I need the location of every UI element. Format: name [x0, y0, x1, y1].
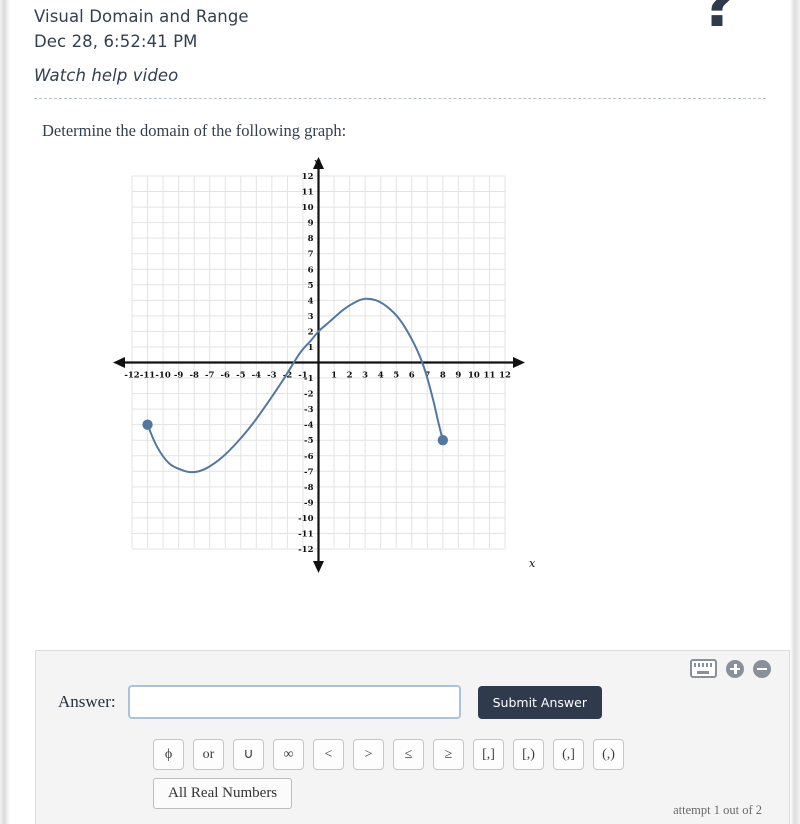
svg-text:-3: -3: [304, 405, 314, 415]
svg-text:-12: -12: [124, 371, 139, 381]
answer-row: Answer: Submit Answer: [58, 685, 602, 719]
panel-tools: [690, 659, 771, 678]
svg-text:2: 2: [308, 328, 314, 338]
svg-text:8: 8: [308, 234, 314, 244]
symbol-button[interactable]: [,]: [473, 739, 504, 770]
symbol-button[interactable]: ≥: [433, 739, 464, 770]
svg-text:-9: -9: [304, 499, 314, 509]
svg-text:12: 12: [499, 371, 511, 381]
svg-text:5: 5: [393, 371, 399, 381]
answer-label: Answer:: [58, 692, 116, 711]
axes: [113, 157, 525, 574]
svg-text:-1: -1: [304, 374, 314, 384]
assignment-timestamp: Dec 28, 6:52:41 PM: [34, 31, 198, 51]
svg-text:-3: -3: [267, 371, 277, 381]
keyboard-icon[interactable]: [690, 659, 717, 678]
svg-text:12: 12: [302, 172, 314, 182]
plotted-curve: [146, 298, 444, 474]
svg-text:3: 3: [308, 312, 314, 322]
svg-text:-8: -8: [189, 371, 199, 381]
svg-text:-4: -4: [252, 371, 262, 381]
svg-text:6: 6: [308, 266, 314, 276]
svg-text:-7: -7: [205, 371, 215, 381]
svg-text:8: 8: [440, 371, 446, 381]
symbol-button[interactable]: ∪: [233, 739, 264, 770]
svg-text:11: 11: [484, 371, 496, 381]
symbol-button[interactable]: ϕ: [153, 739, 184, 770]
svg-text:-6: -6: [221, 371, 231, 381]
minus-circle-icon[interactable]: [753, 659, 771, 678]
svg-text:-12: -12: [298, 545, 313, 555]
answer-input[interactable]: [127, 685, 461, 719]
all-real-numbers-row: All Real Numbers: [153, 778, 293, 809]
svg-text:-6: -6: [304, 452, 314, 462]
page-title: Visual Domain and Range: [34, 7, 249, 26]
symbol-button[interactable]: or: [193, 739, 224, 770]
page-content: Visual Domain and Range Dec 28, 6:52:41 …: [10, 0, 790, 824]
svg-text:-10: -10: [155, 371, 170, 381]
attempt-counter: attempt 1 out of 2: [673, 803, 762, 817]
svg-text:-10: -10: [298, 514, 313, 524]
svg-text:-4: -4: [304, 421, 314, 431]
svg-text:10: 10: [302, 203, 314, 213]
symbol-button[interactable]: <: [313, 739, 344, 770]
svg-text:-5: -5: [236, 371, 246, 381]
svg-text:4: 4: [378, 371, 384, 381]
watch-help-video-link[interactable]: Watch help video: [34, 66, 178, 85]
svg-text:11: 11: [302, 188, 314, 198]
plus-circle-icon[interactable]: [726, 659, 744, 678]
question-prompt: Determine the domain of the following gr…: [42, 121, 347, 141]
svg-text:2: 2: [347, 371, 353, 381]
svg-text:4: 4: [308, 297, 314, 307]
symbol-button[interactable]: ≤: [393, 739, 424, 770]
symbol-button[interactable]: [,): [513, 739, 544, 770]
symbol-button[interactable]: ∞: [273, 739, 304, 770]
svg-text:-2: -2: [304, 390, 314, 400]
svg-text:10: 10: [468, 371, 480, 381]
svg-text:-5: -5: [304, 437, 314, 447]
question-mark-icon[interactable]: ?: [692, 0, 746, 40]
symbol-button[interactable]: >: [353, 739, 384, 770]
answer-panel: Answer: Submit Answer ϕ or ∪ ∞ < > ≤ ≥ [,] [,) (,]…: [35, 650, 790, 824]
graph-container: -12 -11 -10 -9 -8 -7 -6 -5 -4 -3 -2 -1 1 2 3 4 5 6 7 8 9 10 11…: [10, 155, 790, 595]
svg-text:7: 7: [308, 250, 314, 260]
svg-text:-7: -7: [304, 468, 314, 478]
symbol-button[interactable]: (,): [593, 739, 624, 770]
submit-answer-button[interactable]: Submit Answer: [477, 685, 602, 719]
x-axis-label: x: [529, 557, 536, 570]
assignment-header: Visual Domain and Range Dec 28, 6:52:41 …: [10, 0, 790, 86]
math-symbol-keypad: ϕ or ∪ ∞ < > ≤ ≥ [,] [,) (,] (,): [153, 739, 624, 770]
svg-text:6: 6: [409, 371, 415, 381]
curve-endpoints: [142, 419, 449, 446]
svg-text:-9: -9: [174, 371, 184, 381]
symbol-button[interactable]: (,]: [553, 739, 584, 770]
page-scroll-gutter-left[interactable]: [0, 0, 10, 824]
header-divider: [34, 98, 766, 100]
y-axis-label: y: [313, 156, 321, 169]
all-real-numbers-button[interactable]: All Real Numbers: [153, 778, 293, 809]
svg-text:9: 9: [455, 371, 461, 381]
svg-text:9: 9: [308, 219, 314, 229]
svg-text:3: 3: [362, 371, 368, 381]
svg-text:-8: -8: [304, 483, 314, 493]
svg-text:5: 5: [308, 281, 314, 291]
svg-text:1: 1: [331, 371, 337, 381]
svg-text:-11: -11: [298, 530, 313, 540]
svg-text:?: ?: [701, 0, 737, 40]
coordinate-graph: -12 -11 -10 -9 -8 -7 -6 -5 -4 -3 -2 -1 1 2 3 4 5 6 7 8 9 10 11…: [113, 156, 536, 574]
svg-text:-11: -11: [140, 371, 155, 381]
